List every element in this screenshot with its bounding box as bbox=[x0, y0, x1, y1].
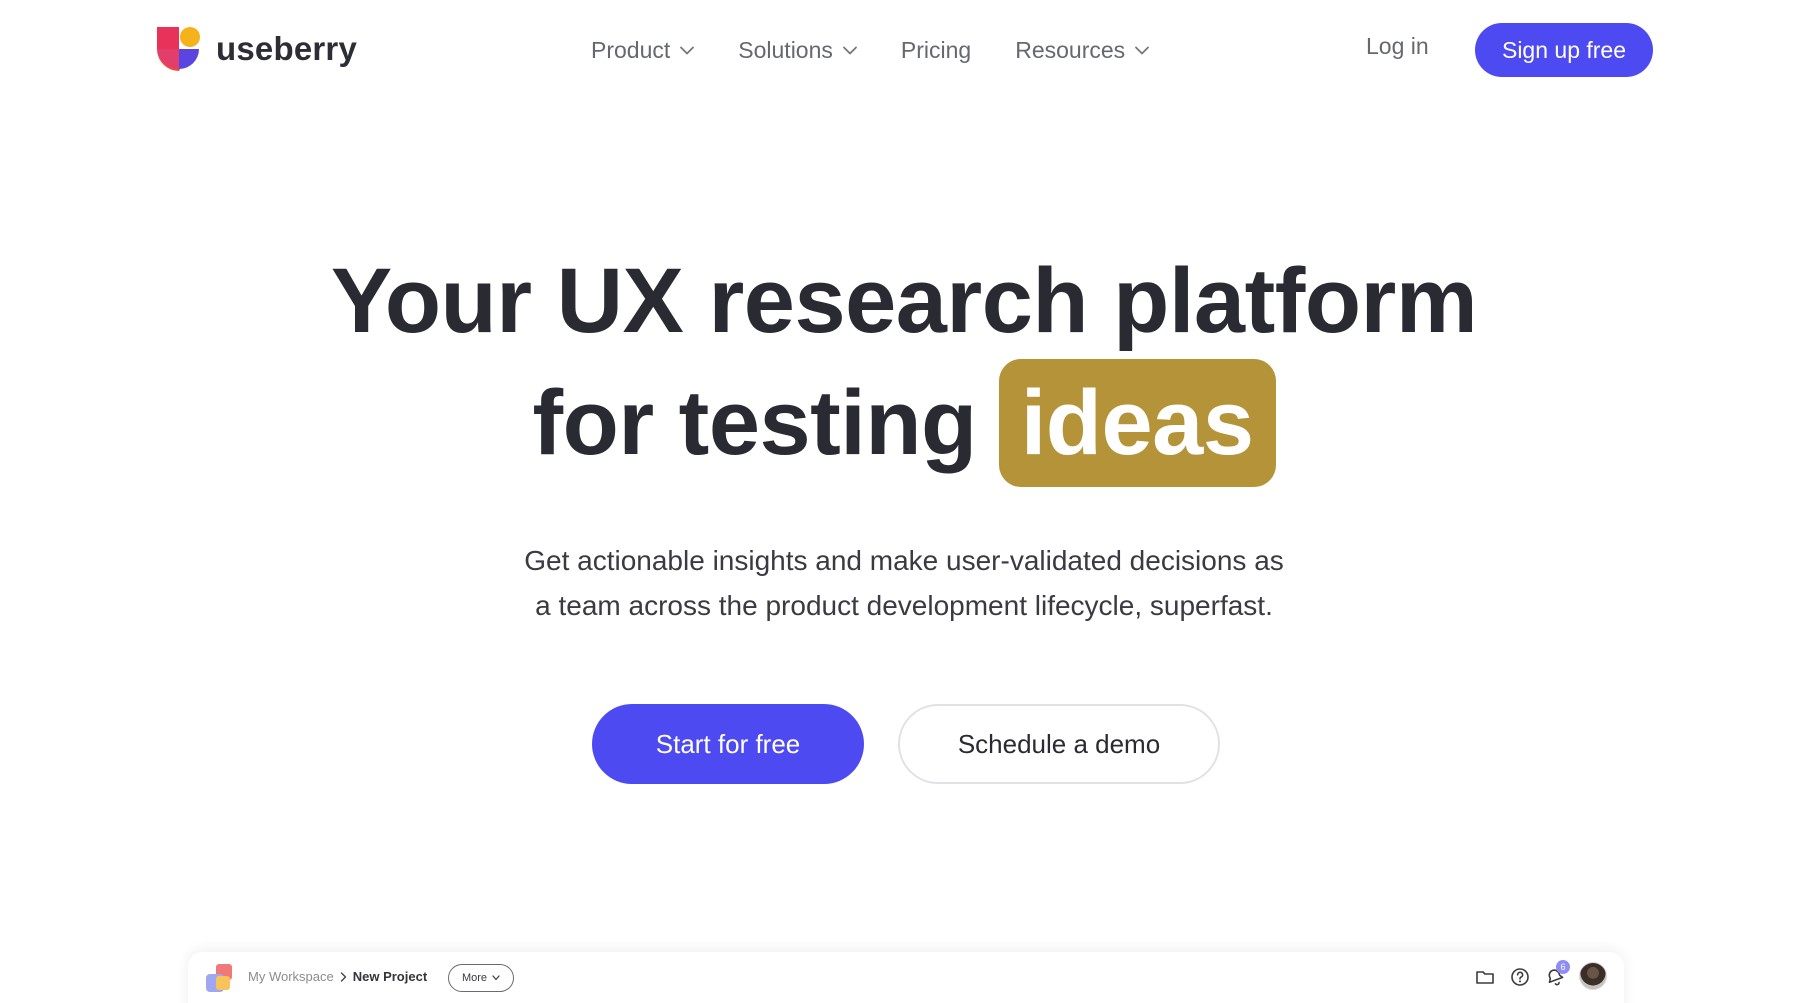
nav-item-solutions[interactable]: Solutions bbox=[738, 37, 857, 64]
app-preview-topbar: My Workspace New Project More 6 bbox=[188, 952, 1624, 1003]
nav-item-label: Resources bbox=[1015, 36, 1126, 63]
chevron-down-icon bbox=[1135, 46, 1150, 54]
hero-headline-lead: for testing bbox=[532, 371, 977, 474]
useberry-logo-icon bbox=[157, 27, 200, 71]
more-dropdown-button[interactable]: More bbox=[448, 964, 514, 992]
nav-item-label: Solutions bbox=[738, 36, 833, 63]
chevron-down-icon bbox=[680, 46, 695, 54]
hero-subtitle: Get actionable insights and make user-va… bbox=[454, 538, 1354, 628]
brand-logo[interactable]: useberry bbox=[155, 25, 357, 71]
notification-icon[interactable]: 6 bbox=[1544, 960, 1570, 988]
nav-item-label: Product bbox=[591, 36, 671, 63]
schedule-demo-button[interactable]: Schedule a demo bbox=[898, 704, 1220, 784]
nav-item-product[interactable]: Product bbox=[591, 36, 695, 64]
notification-count-badge: 6 bbox=[1556, 960, 1570, 974]
landing-page: useberry Product Solutions Pricing Resou… bbox=[0, 0, 1808, 1003]
nav-item-label: Pricing bbox=[900, 36, 972, 63]
hero-cta-group: Start for free Schedule a demo bbox=[592, 704, 1220, 784]
folder-icon[interactable] bbox=[1474, 966, 1496, 988]
breadcrumb: My Workspace New Project bbox=[248, 969, 427, 984]
hero-subtitle-line1: Get actionable insights and make user-va… bbox=[524, 545, 1284, 576]
hero-headline-line1: Your UX research platform bbox=[330, 250, 1478, 352]
app-toolbar-icons: 6 bbox=[1474, 960, 1607, 990]
app-logo-icon bbox=[206, 964, 232, 992]
nav-item-resources[interactable]: Resources bbox=[1015, 36, 1150, 64]
start-for-free-button[interactable]: Start for free bbox=[592, 704, 864, 784]
breadcrumb-project[interactable]: New Project bbox=[353, 969, 427, 984]
brand-name: useberry bbox=[216, 29, 358, 67]
help-icon[interactable] bbox=[1509, 966, 1531, 988]
more-label: More bbox=[461, 972, 488, 984]
hero-headline-highlight: ideas bbox=[998, 359, 1276, 487]
hero-headline-line2: for testing ideas bbox=[0, 358, 1808, 488]
nav-item-pricing[interactable]: Pricing bbox=[901, 37, 971, 64]
avatar[interactable] bbox=[1579, 962, 1607, 990]
breadcrumb-workspace[interactable]: My Workspace bbox=[248, 969, 334, 984]
site-header: useberry Product Solutions Pricing Resou… bbox=[0, 0, 1808, 100]
signup-button[interactable]: Sign up free bbox=[1475, 23, 1653, 77]
app-preview: My Workspace New Project More 6 bbox=[188, 952, 1624, 1003]
chevron-down-icon bbox=[842, 46, 857, 54]
main-nav: Product Solutions Pricing Resources bbox=[591, 30, 1193, 70]
login-link[interactable]: Log in bbox=[1366, 33, 1429, 60]
chevron-down-icon bbox=[492, 975, 500, 981]
hero-subtitle-line2: a team across the product development li… bbox=[535, 590, 1273, 621]
chevron-right-icon bbox=[340, 971, 346, 982]
